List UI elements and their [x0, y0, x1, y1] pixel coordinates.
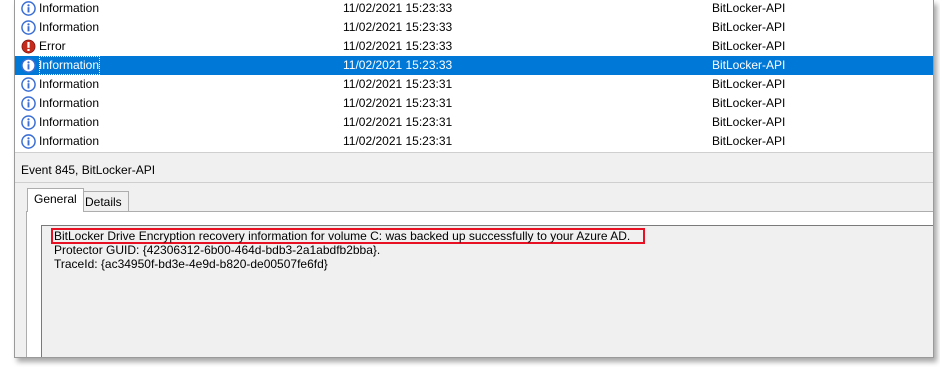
info-icon [21, 1, 36, 16]
event-source: BitLocker-API [712, 115, 786, 129]
event-date: 11/02/2021 15:23:33 [343, 58, 453, 72]
event-details-pane: Event 845, BitLocker-API General Details… [15, 158, 933, 357]
event-date: 11/02/2021 15:23:31 [343, 115, 453, 129]
event-row[interactable]: Information 11/02/2021 15:23:31 BitLocker-… [15, 94, 933, 113]
info-icon [21, 20, 36, 35]
info-icon [21, 134, 36, 149]
event-row[interactable]: Information 11/02/2021 15:23:33 BitLocker-… [15, 18, 933, 37]
info-icon [21, 77, 36, 92]
tab-general[interactable]: General [27, 188, 84, 212]
info-icon [21, 96, 36, 111]
event-date: 11/02/2021 15:23:33 [343, 20, 453, 34]
event-source: BitLocker-API [712, 96, 786, 110]
event-date: 11/02/2021 15:23:33 [343, 1, 453, 15]
event-source: BitLocker-API [712, 39, 786, 53]
error-icon [21, 39, 36, 54]
event-source: BitLocker-API [712, 77, 786, 91]
event-date: 11/02/2021 15:23:31 [343, 77, 453, 91]
event-level: Information [39, 96, 100, 110]
event-level: Information [39, 134, 100, 148]
event-source: BitLocker-API [712, 58, 786, 72]
event-level: Information [39, 77, 100, 91]
event-list: Information 11/02/2021 15:23:33 BitLocker-… [15, 0, 933, 152]
event-viewer-window: Information 11/02/2021 15:23:33 BitLocker-… [14, 0, 934, 358]
general-tab-panel: BitLocker Drive Encryption recovery info… [26, 211, 933, 357]
event-title: Event 845, BitLocker-API [21, 163, 156, 177]
description-line: TraceId: {ac34950f-bd3e-4e9d-b820-de0050… [54, 257, 328, 271]
event-date: 11/02/2021 15:23:31 [343, 134, 453, 148]
event-level: Information [39, 115, 100, 129]
event-date: 11/02/2021 15:23:31 [343, 96, 453, 110]
event-source: BitLocker-API [712, 1, 786, 15]
event-level: Information [39, 56, 101, 75]
info-icon [21, 58, 36, 73]
event-level: Information [39, 1, 100, 15]
description-line: BitLocker Drive Encryption recovery info… [54, 229, 631, 243]
event-row[interactable]: Information 11/02/2021 15:23:31 BitLocker-… [15, 132, 933, 151]
event-row[interactable]: Information 11/02/2021 15:23:33 BitLocker-… [15, 56, 933, 75]
event-row[interactable]: Information 11/02/2021 15:23:31 BitLocker-… [15, 113, 933, 132]
tab-details[interactable]: Details [79, 191, 129, 212]
event-row[interactable]: Information 11/02/2021 15:23:31 BitLocker-… [15, 75, 933, 94]
info-icon [21, 115, 36, 130]
description-line: Protector GUID: {42306312-6b00-464d-bdb3… [54, 243, 381, 257]
event-level: Error [39, 39, 66, 53]
event-date: 11/02/2021 15:23:33 [343, 39, 453, 53]
event-level: Information [39, 20, 100, 34]
event-description-box[interactable]: BitLocker Drive Encryption recovery info… [41, 225, 933, 357]
divider [15, 182, 933, 183]
event-source: BitLocker-API [712, 20, 786, 34]
event-source: BitLocker-API [712, 134, 786, 148]
event-row[interactable]: Error 11/02/2021 15:23:33 BitLocker-API [15, 37, 933, 56]
event-row[interactable]: Information 11/02/2021 15:23:33 BitLocker-… [15, 0, 933, 18]
